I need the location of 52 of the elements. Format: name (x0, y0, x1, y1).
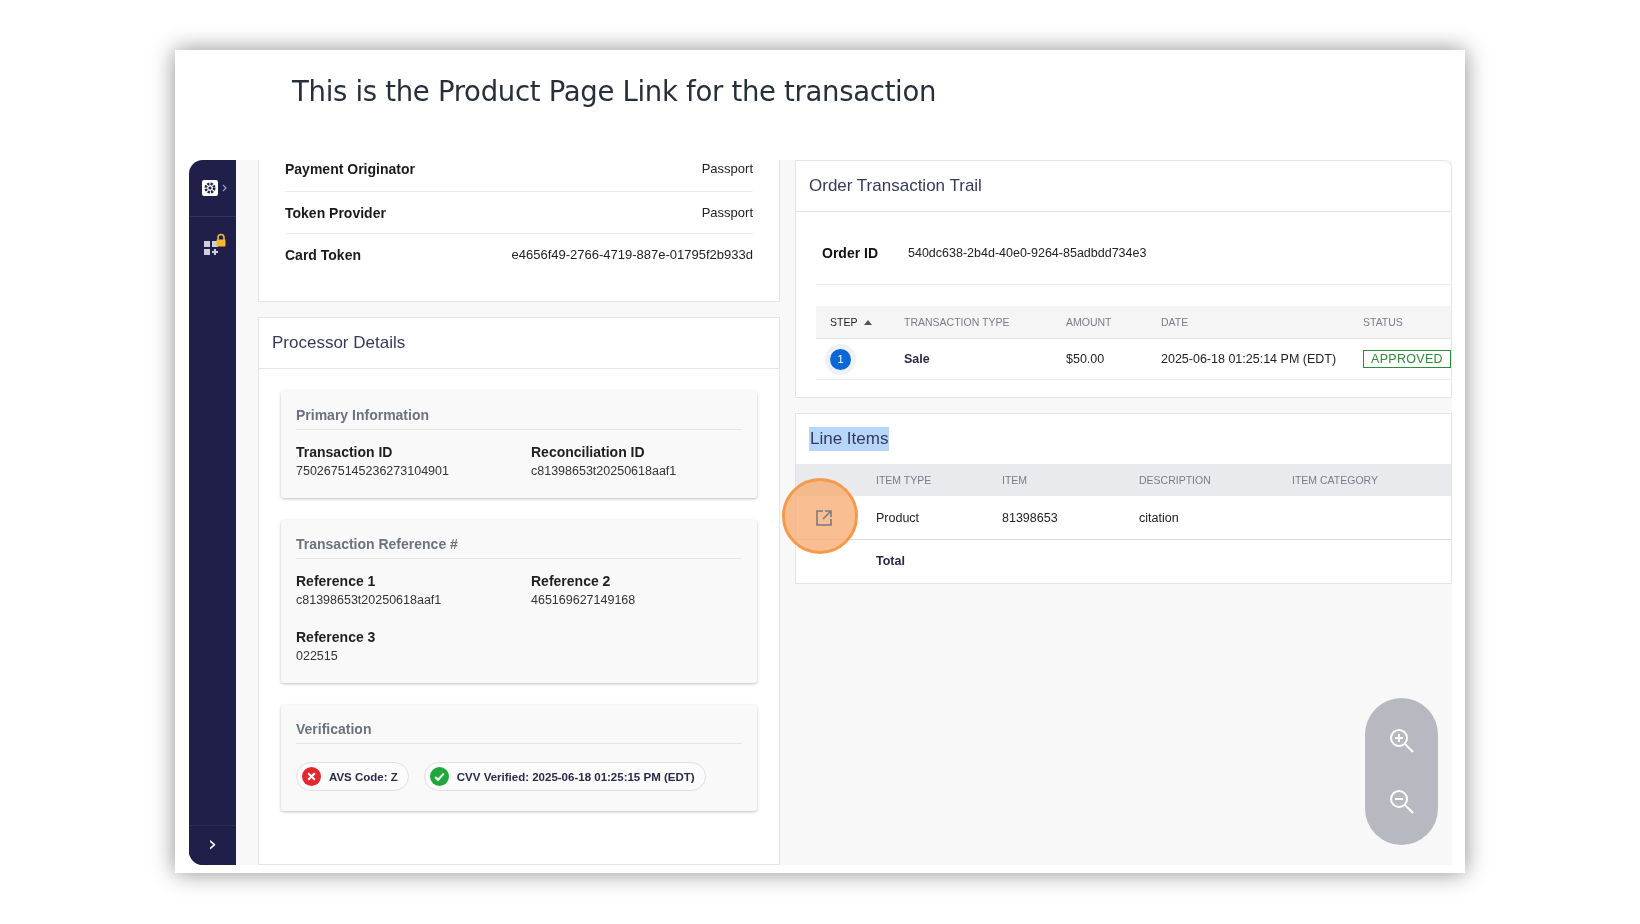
field-value: 465169627149168 (531, 593, 637, 607)
column-header[interactable]: DATE (1161, 316, 1363, 328)
field-label: Token Provider (285, 204, 386, 221)
section-title: Verification (296, 721, 742, 744)
section-title: Transaction Reference # (296, 536, 742, 559)
field-value: e4656f49-2766-4719-887e-01795f2b933d (511, 247, 753, 262)
table-cell-text: 81398653 (1002, 510, 1059, 525)
status-chip: CVV Verified: 2025-06-18 01:25:15 PM (EDT) (423, 762, 706, 791)
apps-lock-icon[interactable] (202, 232, 227, 257)
table-cell-text: 2025-06-18 01:25:14 PM (EDT) (1161, 352, 1338, 366)
table-cell-text: Product (876, 510, 921, 525)
field-value: 7502675145236273104901 (296, 464, 450, 478)
status-badge: APPROVED (1363, 350, 1451, 368)
field-value: Passport (701, 161, 753, 176)
section-title: Primary Information (296, 407, 742, 430)
status-chip: AVS Code: Z (296, 762, 409, 791)
field-value: Passport (701, 205, 753, 220)
column-header[interactable]: STATUS (1363, 316, 1451, 328)
column-header: ITEM TYPE (876, 474, 933, 486)
field-label: Order ID (822, 245, 879, 261)
field-value: c81398653t20250618aaf1 (296, 593, 443, 607)
sort-icon (864, 319, 873, 325)
card-title: Line Items (809, 427, 890, 451)
field-label: Reference 1 (296, 573, 377, 589)
field-label: Reference 3 (296, 629, 377, 645)
error-icon (302, 767, 321, 786)
column-header: ITEM CATEGORY (1292, 474, 1379, 486)
column-header[interactable]: TRANSACTION TYPE (904, 316, 1066, 328)
field-label: Payment Originator (285, 161, 415, 177)
table-cell-text: Sale (904, 352, 931, 366)
expand-button[interactable]: › (189, 825, 236, 865)
field-label: Reference 2 (531, 573, 612, 589)
column-header: ITEM (1002, 474, 1029, 486)
field-value: 022515 (296, 649, 339, 663)
settings-icon[interactable] (200, 178, 229, 198)
field-value: 540dc638-2b4d-40e0-9264-85adbdd734e3 (908, 246, 1147, 260)
zoom-in-icon[interactable] (1387, 726, 1416, 755)
table-cell-text: citation (1139, 510, 1180, 525)
check-icon (429, 767, 449, 786)
field-label: Reconciliation ID (531, 444, 646, 460)
field-label: Transaction ID (296, 444, 394, 460)
table-cell-text: $50.00 (1066, 352, 1106, 366)
external-link-icon[interactable] (814, 508, 833, 527)
column-header[interactable]: AMOUNT (1066, 316, 1161, 328)
card-title: Processor Details (259, 318, 779, 369)
caption-title: This is the Product Page Link for the transaction (291, 74, 938, 109)
column-header: DESCRIPTION (1139, 474, 1212, 486)
field-label: Card Token (285, 246, 361, 263)
total-label: Total (876, 554, 906, 568)
card-title: Order Transaction Trail (796, 161, 1451, 212)
column-header[interactable]: STEP (830, 316, 904, 328)
field-value: c81398653t20250618aaf1 (531, 464, 678, 478)
